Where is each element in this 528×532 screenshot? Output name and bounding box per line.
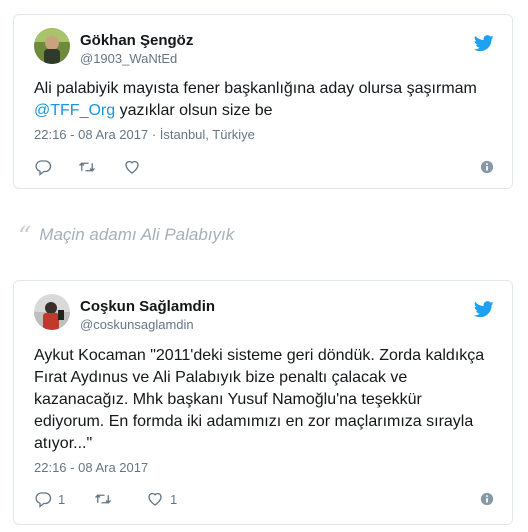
avatar-image (34, 28, 70, 64)
retweet-icon (95, 494, 111, 504)
avatar[interactable] (34, 28, 70, 64)
info-icon[interactable] (480, 160, 494, 174)
like-button[interactable]: 1 (146, 490, 177, 508)
reply-icon (35, 160, 52, 176)
tweet-text: Ali palabiyik mayısta fener başkanlığına… (34, 78, 496, 122)
tweet-timestamp[interactable]: 22:16 - 08 Ara 2017 (34, 127, 148, 142)
tweet-actions (34, 158, 494, 178)
reply-count: 1 (58, 491, 66, 507)
info-icon[interactable] (480, 492, 494, 506)
like-button[interactable] (123, 158, 147, 176)
quote-text: Maçin adamı Ali Palabıyık (39, 225, 235, 244)
tweet-card[interactable]: Gökhan Şengöz @1903_WaNtEd Ali palabiyik… (13, 14, 513, 189)
reply-button[interactable] (34, 158, 58, 176)
mention-link[interactable]: @TFF_Org (34, 102, 115, 119)
retweet-button[interactable] (94, 490, 118, 508)
tweet-text: Aykut Kocaman "2011'deki sisteme geri dö… (34, 347, 485, 452)
avatar[interactable] (34, 294, 70, 330)
quote-line: “ Maçin adamı Ali Palabıyık (18, 222, 234, 252)
avatar-image (34, 294, 70, 330)
retweet-icon (79, 162, 95, 172)
tweet-location[interactable]: · İstanbul, Türkiye (148, 127, 255, 142)
tweet-timestamp[interactable]: 22:16 - 08 Ara 2017 (34, 460, 148, 475)
quote-mark-icon: “ (18, 222, 32, 252)
retweet-button[interactable] (78, 158, 102, 176)
tweet-text-part: yazıklar olsun size be (115, 102, 273, 119)
tweet-actions: 1 1 (34, 490, 494, 510)
author-name[interactable]: Coşkun Sağlamdin (80, 298, 215, 315)
twitter-bird-icon[interactable] (474, 301, 494, 318)
author-handle[interactable]: @coskunsaglamdin (80, 317, 194, 332)
tweet-text-part: Ali palabiyik mayısta fener başkanlığına… (34, 80, 477, 97)
author-handle[interactable]: @1903_WaNtEd (80, 51, 177, 66)
tweet-meta: 22:16 - 08 Ara 2017 (34, 460, 148, 475)
tweet-meta: 22:16 - 08 Ara 2017 · İstanbul, Türkiye (34, 127, 255, 142)
reply-icon (35, 492, 52, 508)
reply-button[interactable]: 1 (34, 490, 65, 508)
like-icon (148, 492, 162, 506)
like-icon (125, 160, 139, 174)
like-count: 1 (170, 491, 178, 507)
author-name[interactable]: Gökhan Şengöz (80, 32, 193, 49)
twitter-bird-icon[interactable] (474, 35, 494, 52)
tweet-card[interactable]: Coşkun Sağlamdin @coskunsaglamdin Aykut … (13, 280, 513, 525)
